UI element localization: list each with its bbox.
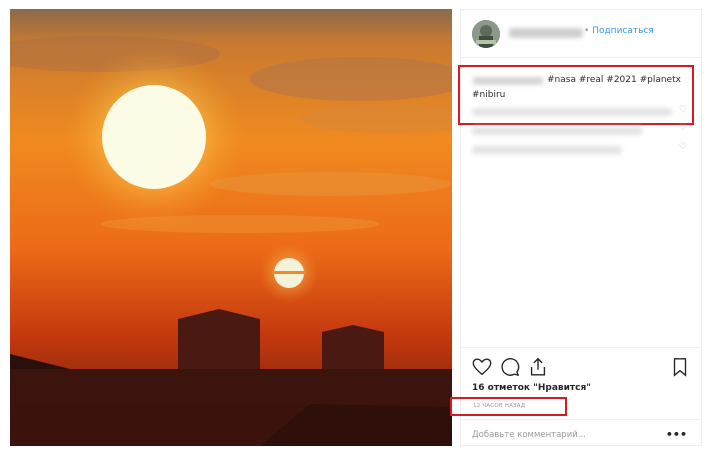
comment-blurred — [472, 146, 622, 154]
timestamp-highlight-box — [450, 397, 567, 416]
follow-separator: • — [584, 26, 590, 36]
comment-like-heart-icon[interactable]: ♡ — [679, 142, 687, 152]
instagram-post-view: • Подписаться #nasa #real #2021 #planetx… — [0, 0, 727, 455]
likes-count[interactable]: 16 отметок "Нравится" — [472, 383, 591, 393]
username-blurred[interactable] — [509, 28, 583, 38]
post-header: • Подписаться — [461, 10, 701, 58]
comment-blurred — [472, 108, 672, 116]
comment-icon[interactable] — [499, 356, 521, 378]
sunset-photo-graphic — [10, 9, 452, 446]
comment-like-heart-icon[interactable]: ♡ — [679, 123, 687, 133]
share-icon[interactable] — [527, 356, 549, 378]
post-photo[interactable] — [10, 9, 452, 446]
heart-icon[interactable] — [471, 356, 493, 378]
comment-divider — [461, 419, 701, 420]
caption-highlight-box — [458, 65, 694, 125]
bookmark-icon[interactable] — [669, 356, 691, 378]
post-side-panel: • Подписаться #nasa #real #2021 #planetx… — [450, 9, 702, 446]
follow-link[interactable]: • Подписаться — [584, 26, 654, 36]
add-comment-input[interactable]: Добавьте комментарий... — [472, 430, 586, 440]
comment-like-heart-icon[interactable]: ♡ — [679, 105, 687, 115]
more-options-icon[interactable]: ••• — [666, 428, 687, 441]
avatar[interactable] — [472, 20, 500, 48]
actions-divider — [461, 347, 701, 348]
follow-label: Подписаться — [592, 26, 654, 36]
comment-blurred — [472, 127, 642, 135]
avatar-image-icon — [472, 20, 500, 48]
